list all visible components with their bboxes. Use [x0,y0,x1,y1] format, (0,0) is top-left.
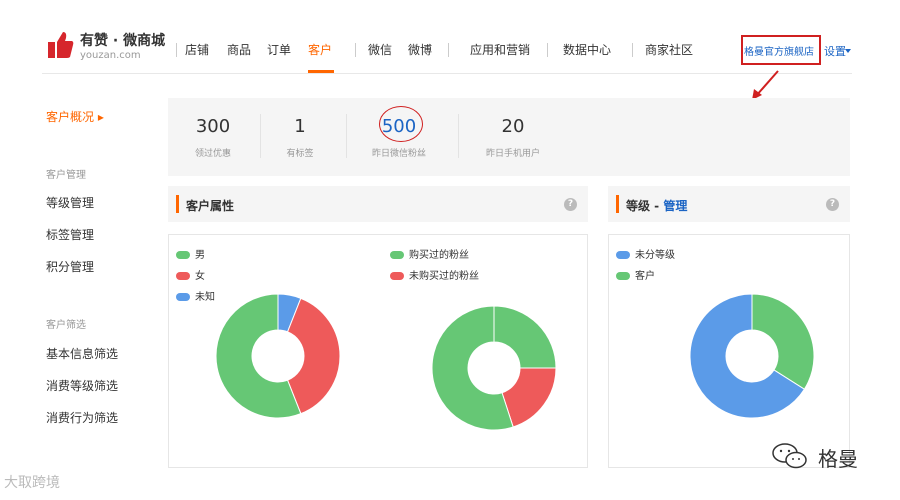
nav-divider [632,43,633,57]
legend-item[interactable]: 客户 [616,271,655,283]
sidebar-item-overview[interactable]: 客户概况 ▸ [46,108,104,125]
legend-item[interactable]: 购买过的粉丝 [390,250,469,262]
pie-slice[interactable] [751,293,815,390]
legend-swatch [176,272,190,280]
sidebar-item-level-management[interactable]: 等级管理 [46,194,94,211]
nav-item[interactable]: 商家社区 [645,43,693,57]
stat-tagged[interactable]: 1 有标签 [255,98,345,176]
level-manage-link[interactable]: 管理 [663,199,687,213]
section-title: 等级 - 管理 [626,197,687,214]
legend-label: 男 [195,250,205,261]
sidebar-item-spending-behavior-filter[interactable]: 消费行为筛选 [46,409,118,426]
accent-bar [616,195,619,213]
nav-item[interactable]: 微信 [368,43,392,57]
nav-item[interactable]: 店铺 [185,43,209,57]
highlight-circle [379,106,423,142]
nav-divider [547,43,548,57]
legend-label: 未分等级 [635,250,675,261]
sidebar-item-points-management[interactable]: 积分管理 [46,258,94,275]
stat-value: 20 [501,116,525,137]
legend-label: 未知 [195,292,215,303]
nav-item[interactable]: 商品 [227,43,251,57]
brand-logo[interactable]: 有赞 · 微商城 youzan.com [48,28,168,68]
level-header: 等级 - 管理 ? [608,186,850,222]
legend-label: 客户 [635,271,655,282]
legend-swatch [390,251,404,259]
thumbs-up-icon [48,32,74,58]
legend-label: 购买过的粉丝 [409,250,469,261]
nav-item[interactable]: 微博 [408,43,432,57]
legend-item[interactable]: 女 [176,271,205,283]
nav-divider [355,43,356,57]
pie-slice[interactable] [493,305,557,369]
divider [346,114,347,158]
brand-domain: youzan.com [80,50,141,61]
donut-chart[interactable] [430,304,558,432]
sidebar-item-spending-level-filter[interactable]: 消费等级筛选 [46,377,118,394]
brand-name: 有赞 · 微商城 [80,33,166,49]
stat-label: 有标签 [286,149,314,159]
wechat-icon [772,443,807,469]
sidebar-heading-customer-filter: 客户筛选 [46,320,86,331]
nav-item[interactable]: 数据中心 [563,43,611,57]
help-icon[interactable]: ? [564,198,577,211]
watermark-right: 格曼 [770,437,890,473]
stat-value: 300 [195,116,231,137]
top-nav: 有赞 · 微商城 youzan.com 店铺 商品 订单 客户 微信 微博 应用和营销 数据中… [42,18,852,74]
pie-slice[interactable] [286,297,341,415]
watermark-right-text: 格曼 [818,447,858,471]
divider [458,114,459,158]
stat-value: 1 [294,116,306,137]
nav-divider [448,43,449,57]
nav-item[interactable]: 应用和营销 [470,43,530,57]
legend-swatch [176,251,190,259]
watermark-left: 大取跨境 [4,475,60,491]
accent-bar [176,195,179,213]
store-name-link[interactable]: 格曼官方旗舰店 [744,43,814,58]
stat-received-coupons[interactable]: 300 领过优惠 [168,98,258,176]
legend-label: 女 [195,271,205,282]
active-nav-indicator [308,70,334,73]
customer-attributes-header: 客户属性 ? [168,186,588,222]
nav-divider [176,43,177,57]
nav-item[interactable]: 客户 [308,43,332,57]
legend-item[interactable]: 男 [176,250,205,262]
stat-mobile-users[interactable]: 20 昨日手机用户 [468,98,558,176]
help-icon[interactable]: ? [826,198,839,211]
sidebar-item-tag-management[interactable]: 标签管理 [46,226,94,243]
legend-item[interactable]: 未知 [176,292,215,304]
chevron-down-icon[interactable] [845,49,851,53]
sidebar-heading-customer-management: 客户管理 [46,170,86,181]
stat-label: 昨日微信粉丝 [371,149,426,159]
legend-swatch [616,272,630,280]
legend-item[interactable]: 未分等级 [616,250,675,262]
section-title-text: 等级 - [626,199,664,213]
stats-panel: 300 领过优惠 1 有标签 500 昨日微信粉丝 20 昨日手机用户 [168,98,850,176]
donut-chart[interactable] [688,292,816,420]
legend-swatch [176,293,190,301]
nav-item[interactable]: 订单 [267,43,291,57]
donut-chart[interactable] [214,292,342,420]
legend-swatch [390,272,404,280]
section-title: 客户属性 [186,199,235,213]
settings-menu[interactable]: 设置 [824,43,846,59]
legend-swatch [616,251,630,259]
legend-label: 未购买过的粉丝 [409,271,479,282]
stat-label: 领过优惠 [194,149,231,159]
legend-item[interactable]: 未购买过的粉丝 [390,271,479,283]
stat-label: 昨日手机用户 [485,149,540,159]
sidebar-item-basic-info-filter[interactable]: 基本信息筛选 [46,345,118,362]
